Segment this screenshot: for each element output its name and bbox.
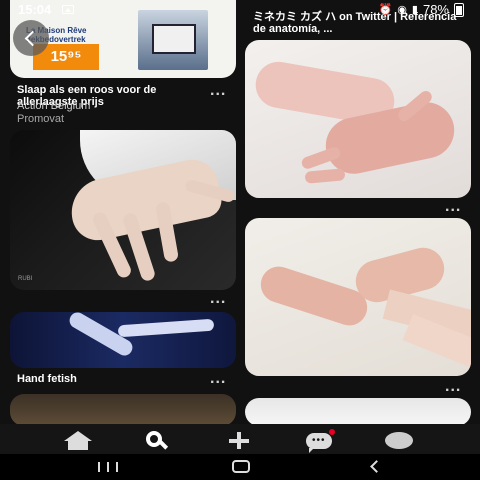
messages-icon[interactable]: ••• <box>305 429 335 453</box>
battery-icon <box>454 2 464 17</box>
system-home-button[interactable] <box>232 460 250 473</box>
pin-image-hand-sleeve[interactable]: RUBI <box>10 130 236 290</box>
pin-image-open-hands[interactable] <box>245 218 471 376</box>
pin-image-hand-fetish[interactable] <box>10 312 236 368</box>
notification-badge <box>329 429 335 435</box>
status-time: 15:04 <box>18 2 52 17</box>
create-icon[interactable] <box>225 429 255 451</box>
status-right: ⏰ ◉ ▮ 78% <box>379 2 464 17</box>
home-icon[interactable] <box>64 429 94 451</box>
pin-image-partial[interactable] <box>245 398 471 426</box>
bottom-navigation: ••• <box>0 424 480 454</box>
ad-promoted-label: Promovat <box>17 113 65 125</box>
system-back-button[interactable] <box>370 460 383 473</box>
pin-image-hands-anatomy[interactable] <box>245 40 471 198</box>
pin-more-options-icon[interactable]: ... <box>445 379 461 395</box>
battery-percent: 78% <box>422 2 449 17</box>
profile-avatar-icon[interactable] <box>385 429 415 451</box>
alarm-icon: ⏰ <box>378 4 393 16</box>
image-icon <box>62 5 74 14</box>
pin-more-options-icon[interactable]: ... <box>445 199 461 215</box>
recents-button[interactable] <box>98 462 118 472</box>
pin-more-options-icon[interactable]: ... <box>210 371 226 387</box>
image-watermark: RUBI <box>18 276 33 282</box>
search-icon[interactable] <box>144 429 174 451</box>
ad-advertiser[interactable]: Action Belgium <box>17 100 90 112</box>
wifi-icon: ◉ <box>397 4 407 16</box>
signal-icon: ▮ <box>411 4 418 16</box>
pin-title[interactable]: Hand fetish <box>17 373 77 385</box>
system-navigation-bar <box>0 454 480 480</box>
pin-image-partial[interactable] <box>10 394 236 426</box>
pin-more-options-icon[interactable]: ... <box>210 291 226 307</box>
back-button[interactable] <box>13 20 49 56</box>
status-bar: 15:04 ⏰ ◉ ▮ 78% <box>0 0 480 20</box>
